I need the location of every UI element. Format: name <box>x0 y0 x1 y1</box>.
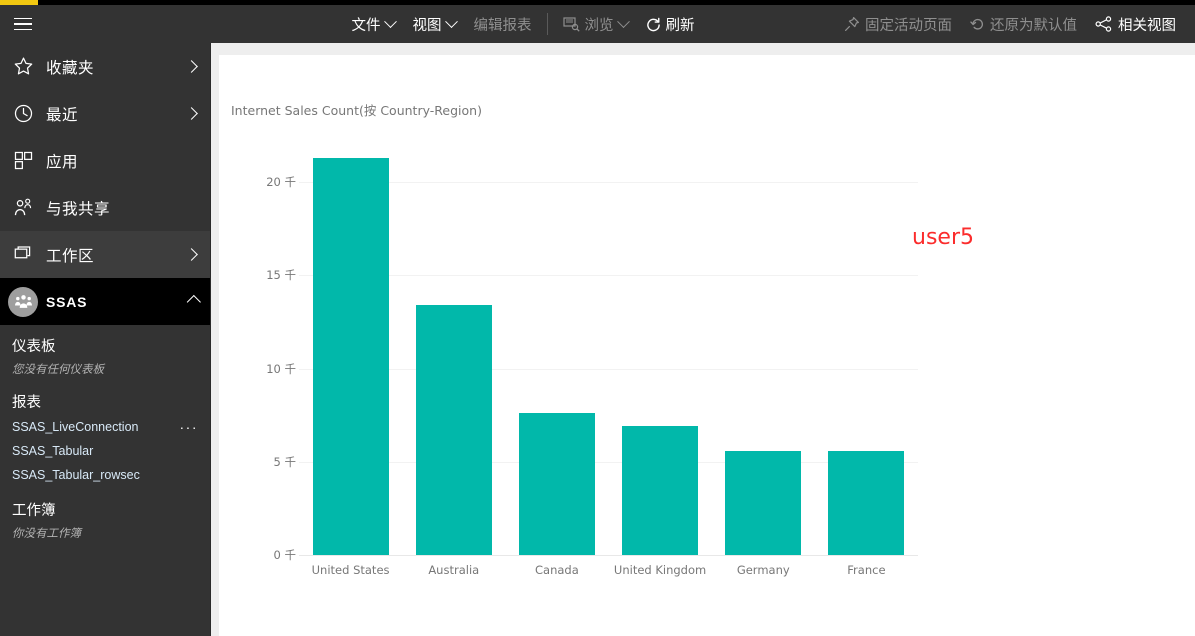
view-menu-label: 视图 <box>412 17 442 34</box>
group-avatar-icon <box>6 285 40 319</box>
y-axis-tick-label: 20 千 <box>266 175 296 189</box>
sidebar-workspace-ssas-label: SSAS <box>46 293 88 310</box>
reset-to-default-label: 还原为默认值 <box>990 17 1077 34</box>
shared-icon <box>6 191 40 225</box>
sidebar-item-shared-with-me[interactable]: 与我共享 <box>0 184 210 231</box>
x-axis-tick-label: United States <box>311 563 390 577</box>
pin-active-page-button[interactable]: 固定活动页面 <box>835 5 961 43</box>
related-icon <box>1095 16 1113 32</box>
star-icon <box>6 50 40 84</box>
topbar-command-region: 文件 视图 编辑报表 浏览 刷新 固定活动页面 还原为默认值 相关视图 <box>211 5 1195 43</box>
report-ssas-tabular-label: SSAS_Tabular <box>12 444 94 458</box>
dashboards-group: 仪表板 您没有任何仪表板 <box>0 325 210 381</box>
chevron-down-icon <box>444 14 458 28</box>
bar-united-kingdom[interactable] <box>622 426 699 555</box>
explore-label: 浏览 <box>584 17 614 34</box>
sidebar-item-workspaces-label: 工作区 <box>46 247 95 265</box>
chevron-right-icon <box>185 60 198 73</box>
report-ssas-tabular[interactable]: SSAS_Tabular <box>12 439 210 463</box>
y-axis-tick-label: 0 千 <box>273 548 296 562</box>
workspace-icon <box>6 238 40 272</box>
gridline <box>299 275 918 277</box>
gridline <box>299 555 918 556</box>
chart-title: Internet Sales Count(按 Country-Region) <box>231 103 482 118</box>
y-axis-tick-label: 10 千 <box>266 361 296 376</box>
edit-report-button[interactable]: 编辑报表 <box>465 5 541 43</box>
report-ssas-tabular-rowsec-label: SSAS_Tabular_rowsec <box>12 468 140 482</box>
explore-menu[interactable]: 浏览 <box>554 5 637 43</box>
sidebar-item-favorites[interactable]: 收藏夹 <box>0 43 210 90</box>
topbar-left-region <box>0 5 211 43</box>
refresh-icon <box>646 17 661 32</box>
avatar <box>8 286 38 317</box>
pin-icon <box>844 16 860 32</box>
y-axis-tick-label: 15 千 <box>266 268 296 283</box>
report-ssas-tabular-rowsec[interactable]: SSAS_Tabular_rowsec <box>12 463 210 487</box>
more-options-icon[interactable]: ··· <box>180 419 199 435</box>
bar-canada[interactable] <box>518 413 595 555</box>
reports-group-title: 报表 <box>12 395 41 411</box>
report-page: Internet Sales Count(按 Country-Region) 0… <box>219 55 1195 636</box>
workbooks-empty-text: 你没有工作簿 <box>12 528 81 540</box>
chevron-right-icon <box>185 107 198 120</box>
clock-icon <box>6 97 40 131</box>
gridline <box>299 368 918 370</box>
y-axis-tick-label: 5 千 <box>273 454 296 469</box>
chevron-right-icon <box>185 248 198 261</box>
explore-icon <box>562 16 580 32</box>
x-axis-tick-label: Canada <box>535 563 579 577</box>
pin-active-page-label: 固定活动页面 <box>865 17 952 34</box>
sidebar-workspace-ssas[interactable]: SSAS <box>0 278 210 325</box>
hamburger-icon[interactable] <box>6 7 40 41</box>
gridline <box>299 461 918 463</box>
view-menu[interactable]: 视图 <box>404 5 465 43</box>
workbooks-group-title: 工作簿 <box>12 503 56 519</box>
edit-report-label: 编辑报表 <box>473 17 532 34</box>
bar-france[interactable] <box>828 450 905 555</box>
sidebar-item-recent-label: 最近 <box>46 106 79 124</box>
bar-united-states[interactable] <box>312 157 389 555</box>
report-ssas-liveconnection[interactable]: SSAS_LiveConnection ··· <box>12 415 210 439</box>
related-views-button[interactable]: 相关视图 <box>1086 5 1185 43</box>
chart-plot-area: 0 千 5 千 10 千 15 千 20 千 United States Australia… <box>266 155 918 577</box>
bar-australia[interactable] <box>415 305 492 555</box>
reset-to-default-button[interactable]: 还原为默认值 <box>961 5 1086 43</box>
reset-icon <box>970 17 985 32</box>
sidebar-item-shared-with-me-label: 与我共享 <box>46 200 111 218</box>
related-views-label: 相关视图 <box>1118 17 1176 34</box>
toolbar-divider <box>546 13 548 35</box>
apps-icon <box>6 144 40 178</box>
refresh-button[interactable]: 刷新 <box>637 5 704 43</box>
x-axis-tick-label: United Kingdom <box>613 563 707 577</box>
file-menu[interactable]: 文件 <box>343 5 404 43</box>
reports-group: 报表 SSAS_LiveConnection ··· SSAS_Tabular … <box>0 381 210 489</box>
chevron-down-icon <box>616 14 630 28</box>
x-axis-tick-label: France <box>847 563 886 577</box>
sidebar-item-favorites-label: 收藏夹 <box>46 59 95 77</box>
x-axis-tick-label: Australia <box>428 563 480 577</box>
bar-chart-visual[interactable]: Internet Sales Count(按 Country-Region) 0… <box>231 95 931 585</box>
user-annotation: user5 <box>912 225 974 250</box>
workbooks-group: 工作簿 你没有工作簿 <box>0 489 210 545</box>
sidebar-item-workspaces[interactable]: 工作区 <box>0 231 210 278</box>
gridline <box>299 182 918 183</box>
sidebar-item-recent[interactable]: 最近 <box>0 90 210 137</box>
chevron-down-icon <box>383 14 397 28</box>
sidebar-item-apps-label: 应用 <box>46 153 79 171</box>
left-navigation-sidebar: 收藏夹 最近 应用 与我共享 工作区 SSAS 仪表板 您没有任何仪表板 报表 … <box>0 43 211 636</box>
refresh-label: 刷新 <box>665 17 695 34</box>
dashboards-empty-text: 您没有任何仪表板 <box>12 364 104 376</box>
report-ssas-liveconnection-label: SSAS_LiveConnection <box>12 420 139 434</box>
sidebar-item-apps[interactable]: 应用 <box>0 137 210 184</box>
power-bi-report-viewer: 文件 视图 编辑报表 浏览 刷新 固定活动页面 还原为默认值 相关视图 收藏夹 … <box>0 0 1195 636</box>
chevron-up-icon <box>186 294 201 309</box>
x-axis-tick-label: Germany <box>736 563 790 577</box>
bar-germany[interactable] <box>725 450 802 555</box>
top-command-bar: 文件 视图 编辑报表 浏览 刷新 固定活动页面 还原为默认值 相关视图 <box>0 5 1195 43</box>
dashboards-group-title: 仪表板 <box>12 339 56 355</box>
file-menu-label: 文件 <box>351 17 381 34</box>
